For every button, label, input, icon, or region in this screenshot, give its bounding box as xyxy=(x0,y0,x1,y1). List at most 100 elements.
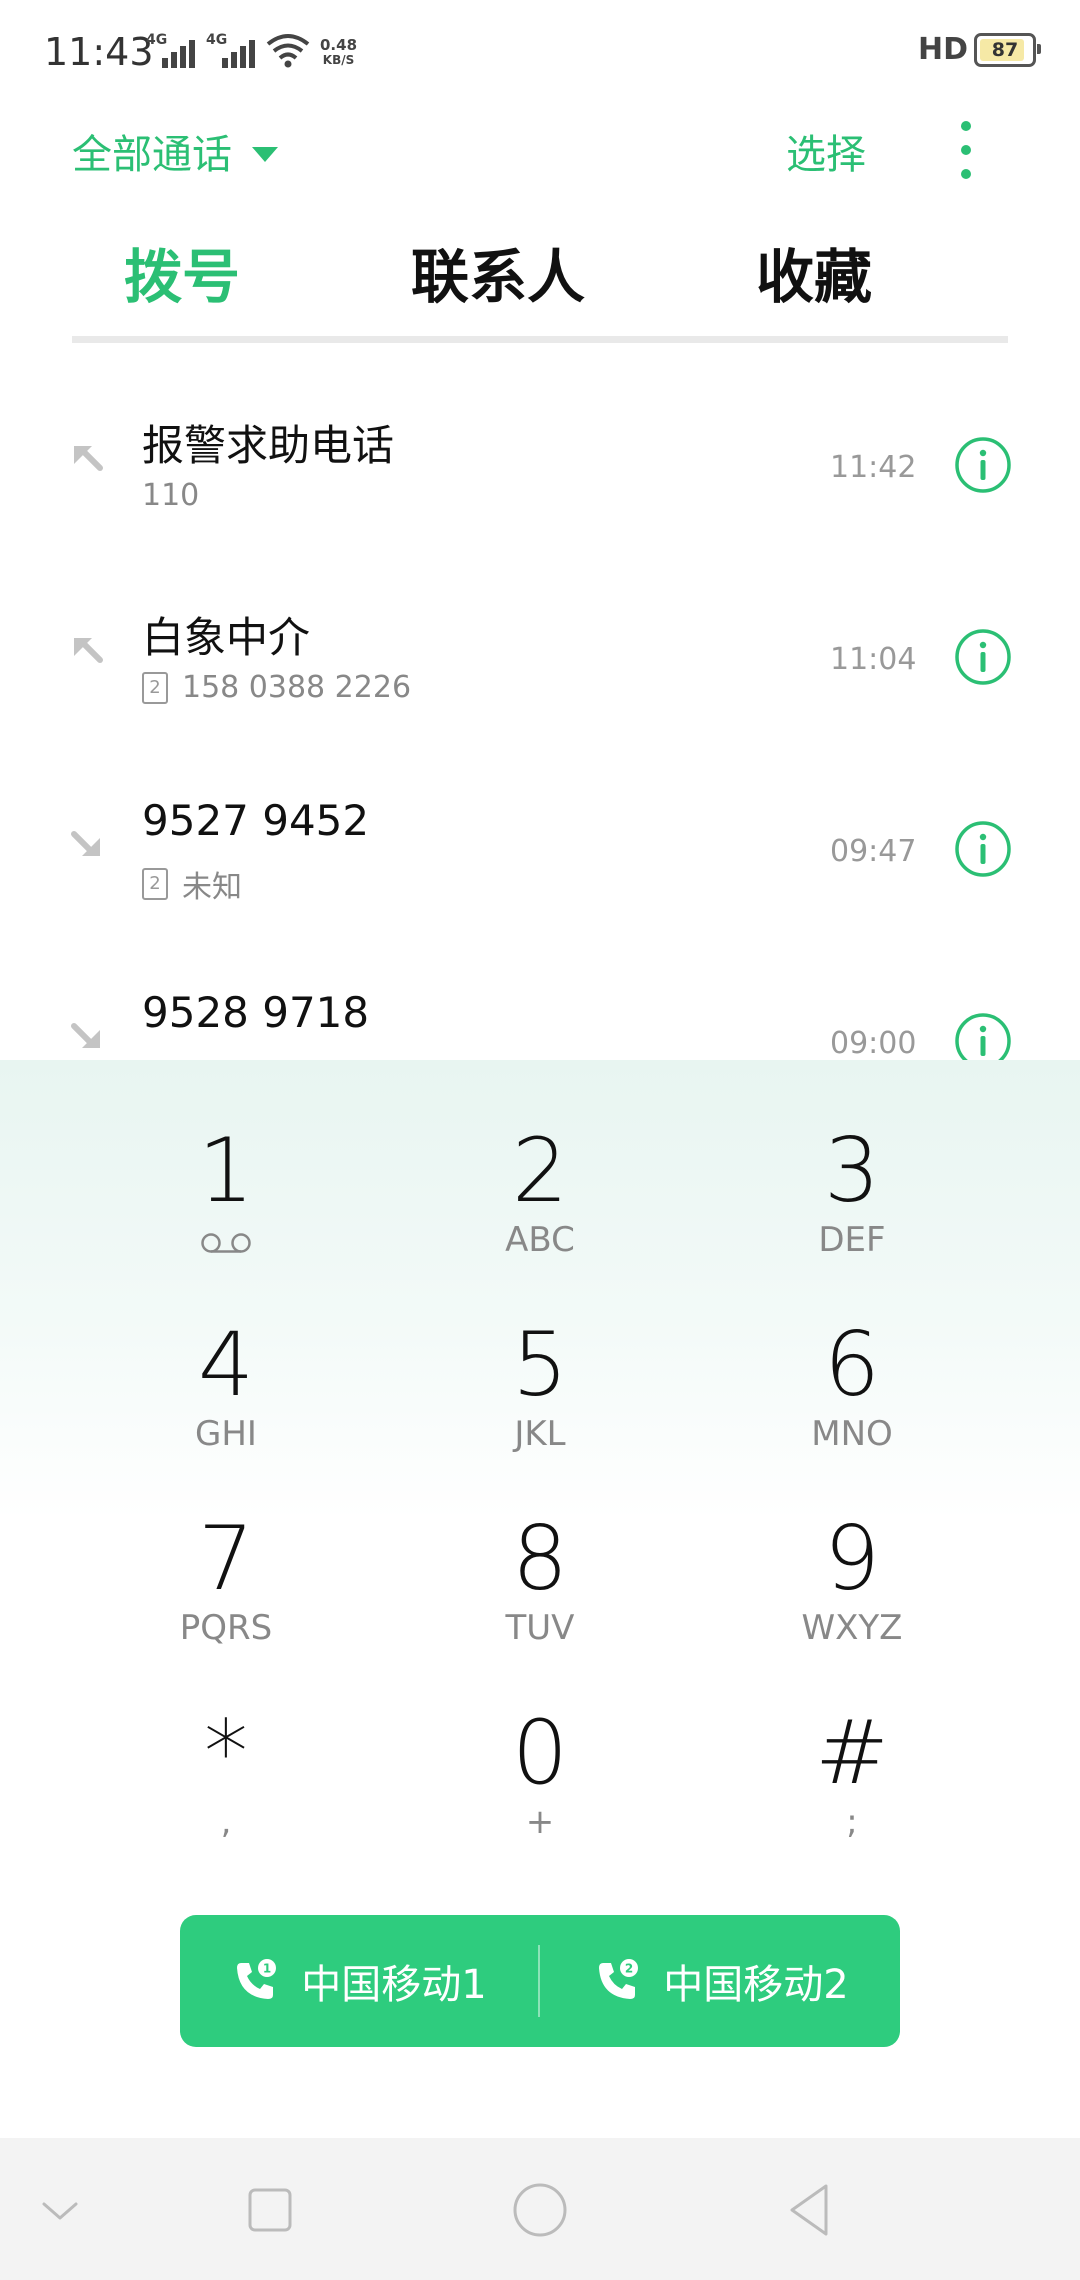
phone-sim2-icon: 2 xyxy=(599,1959,639,1999)
call-button-group: 1 中国移动1 2 中国移动2 xyxy=(180,1915,900,2047)
triangle-down-icon xyxy=(252,146,278,162)
call-number: 158 0388 2226 xyxy=(182,670,412,705)
tab-divider xyxy=(72,336,1008,343)
tab-contacts[interactable]: 联系人 xyxy=(388,230,608,314)
network-speed: 0.48 KB/S xyxy=(320,38,357,68)
dial-key-4[interactable]: 4 GHI xyxy=(76,1314,376,1494)
key-letters: ; xyxy=(846,1802,858,1842)
incoming-call-arrow-icon xyxy=(71,831,100,856)
key-letters: GHI xyxy=(195,1414,257,1454)
dial-key-3[interactable]: 3 DEF xyxy=(702,1120,1002,1300)
key-digit: 3 xyxy=(824,1119,880,1222)
call-sim2-label: 中国移动2 xyxy=(663,1962,849,2008)
call-sim1-button[interactable]: 1 中国移动1 xyxy=(180,1915,538,2047)
outgoing-call-arrow-icon xyxy=(74,446,103,471)
call-time: 09:47 xyxy=(830,834,917,869)
dial-key-0[interactable]: 0 + xyxy=(390,1702,690,1882)
tab-indicator xyxy=(72,336,384,343)
key-digit: 4 xyxy=(198,1313,254,1416)
call-log-item[interactable]: 9527 9452 2 未知 09:47 xyxy=(0,756,1080,946)
call-time: 11:42 xyxy=(830,450,917,485)
signal-2-icon: 4G xyxy=(206,32,256,68)
sim1-badge: 1 xyxy=(263,1962,271,1976)
network-speed-value: 0.48 xyxy=(320,36,358,54)
call-detail: 2 未知 xyxy=(142,862,242,906)
network-speed-unit: KB/S xyxy=(322,53,355,67)
key-letters: + xyxy=(525,1802,555,1842)
info-icon[interactable] xyxy=(954,436,1012,494)
status-time: 11:43 xyxy=(44,30,154,74)
key-letters: DEF xyxy=(818,1220,886,1260)
dial-key-1[interactable]: 1 xyxy=(76,1120,376,1300)
call-name: 报警求助电话 xyxy=(142,421,395,470)
key-digit: 7 xyxy=(198,1507,254,1610)
key-digit: 9 xyxy=(824,1507,880,1610)
navigation-bar xyxy=(0,2138,1080,2280)
key-letters: JKL xyxy=(514,1414,566,1454)
call-sim1-label: 中国移动1 xyxy=(301,1962,487,2008)
key-letters: TUV xyxy=(505,1608,575,1648)
info-icon[interactable] xyxy=(954,820,1012,878)
voicemail-icon xyxy=(201,1233,251,1253)
dial-key-star[interactable]: * , xyxy=(76,1702,376,1882)
dial-key-5[interactable]: 5 JKL xyxy=(390,1314,690,1494)
status-right: HD 87 xyxy=(917,32,1041,67)
call-number: 110 xyxy=(142,478,200,513)
dial-key-hash[interactable]: # ; xyxy=(702,1702,1002,1882)
key-letters: PQRS xyxy=(179,1608,273,1648)
dial-key-2[interactable]: 2 ABC xyxy=(390,1120,690,1300)
key-digit: 5 xyxy=(512,1313,568,1416)
battery-icon: 87 xyxy=(974,32,1041,67)
key-letters: ABC xyxy=(505,1220,575,1260)
status-bar: 11:43 4G 4G 0.48 KB/S HD 87 xyxy=(0,0,1080,110)
dial-key-6[interactable]: 6 MNO xyxy=(702,1314,1002,1494)
select-button[interactable]: 选择 xyxy=(786,122,866,180)
sim-2-icon: 2 xyxy=(142,868,168,900)
call-sim2-button[interactable]: 2 中国移动2 xyxy=(542,1915,900,2047)
call-time: 09:00 xyxy=(830,1026,917,1060)
phone-sim1-icon: 1 xyxy=(237,1959,277,1999)
home-icon[interactable] xyxy=(508,2178,572,2242)
call-detail: 110 xyxy=(142,478,199,513)
more-vertical-icon[interactable] xyxy=(948,118,984,182)
call-time: 11:04 xyxy=(830,642,917,677)
dial-key-9[interactable]: 9 WXYZ xyxy=(702,1508,1002,1688)
tab-dial[interactable]: 拨号 xyxy=(72,230,292,314)
call-filter-dropdown[interactable]: 全部通话 xyxy=(72,122,278,180)
back-icon[interactable] xyxy=(778,2178,842,2242)
sim2-badge: 2 xyxy=(625,1962,633,1976)
call-name: 9528 9718 xyxy=(142,988,370,1037)
call-name: 白象中介 xyxy=(142,613,311,662)
call-filter-label: 全部通话 xyxy=(72,132,232,178)
call-log-list[interactable]: 报警求助电话 110 11:42 白象中介 2 158 0388 2226 11… xyxy=(0,372,1080,1060)
signal-1-icon: 4G xyxy=(146,32,196,68)
call-detail: 2 158 0388 2226 xyxy=(142,670,411,705)
info-icon[interactable] xyxy=(954,1012,1012,1060)
key-digit: 2 xyxy=(512,1119,568,1222)
wifi-icon xyxy=(266,34,310,68)
info-icon[interactable] xyxy=(954,628,1012,686)
call-location: 未知 xyxy=(182,870,242,905)
status-icons: 4G 4G 0.48 KB/S xyxy=(146,32,357,68)
tab-bar: 拨号 联系人 收藏 xyxy=(72,230,1008,346)
call-log-item[interactable]: 白象中介 2 158 0388 2226 11:04 xyxy=(0,564,1080,754)
key-letters: , xyxy=(220,1802,232,1842)
dial-key-8[interactable]: 8 TUV xyxy=(390,1508,690,1688)
sim-2-icon: 2 xyxy=(142,671,168,704)
key-digit: 0 xyxy=(512,1701,568,1804)
collapse-icon[interactable] xyxy=(28,2178,92,2242)
key-letters: MNO xyxy=(811,1414,893,1454)
call-name: 9527 9452 xyxy=(142,796,370,845)
dial-key-7[interactable]: 7 PQRS xyxy=(76,1508,376,1688)
battery-level: 87 xyxy=(991,38,1019,61)
call-log-item[interactable]: 9528 9718 09:00 xyxy=(0,948,1080,1060)
recents-icon[interactable] xyxy=(238,2178,302,2242)
key-digit: # xyxy=(815,1701,889,1804)
tab-favorites[interactable]: 收藏 xyxy=(704,230,924,314)
outgoing-call-arrow-icon xyxy=(74,638,103,663)
call-log-item[interactable]: 报警求助电话 110 11:42 xyxy=(0,372,1080,562)
hd-indicator: HD xyxy=(917,32,968,67)
key-letters: WXYZ xyxy=(801,1608,903,1648)
key-digit: 1 xyxy=(198,1119,254,1222)
key-digit: 8 xyxy=(512,1507,568,1610)
